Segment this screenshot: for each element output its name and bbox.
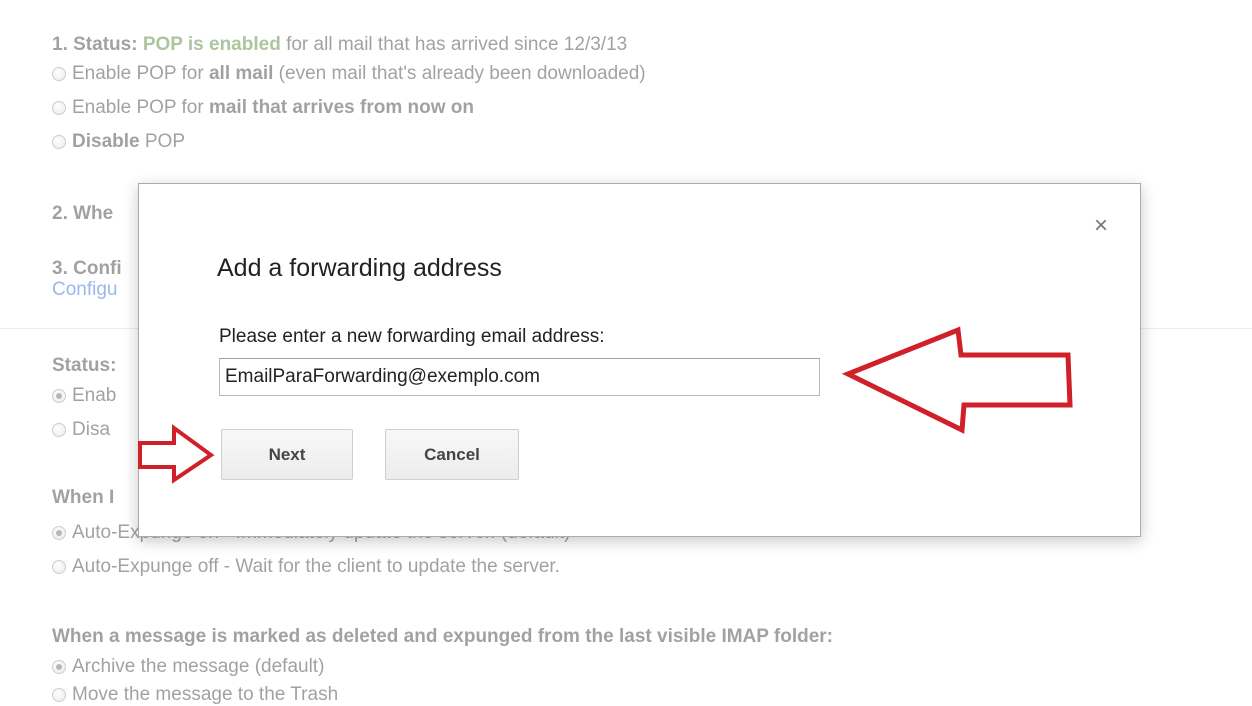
cancel-button[interactable]: Cancel xyxy=(385,429,519,480)
radio-icon[interactable] xyxy=(52,526,66,540)
radio-icon[interactable] xyxy=(52,423,66,437)
deleted-heading: When a message is marked as deleted and … xyxy=(52,626,833,647)
auto-expunge-off-option[interactable]: Auto-Expunge off - Wait for the client t… xyxy=(52,556,560,578)
radio-icon[interactable] xyxy=(52,660,66,674)
imap-status-line: Status: xyxy=(52,355,117,376)
radio-icon[interactable] xyxy=(52,389,66,403)
dialog-prompt: Please enter a new forwarding email addr… xyxy=(219,326,605,347)
trash-option[interactable]: Move the message to the Trash xyxy=(52,684,338,706)
radio-icon[interactable] xyxy=(52,101,66,115)
imap-option-disable[interactable]: Disa xyxy=(52,419,110,441)
dialog-title: Add a forwarding address xyxy=(217,254,502,282)
pop-status-value: POP is enabled xyxy=(142,34,281,55)
pop-option-all[interactable]: Enable POP for all mail (even mail that'… xyxy=(52,63,646,85)
imap-option-enable[interactable]: Enab xyxy=(52,385,116,407)
radio-icon[interactable] xyxy=(52,560,66,574)
pop-status-line: 1. Status: POP is enabled for all mail t… xyxy=(52,34,627,56)
configure-link[interactable]: Configu xyxy=(52,279,118,301)
radio-icon[interactable] xyxy=(52,67,66,81)
imap-when-heading: When I xyxy=(52,487,115,508)
radio-icon[interactable] xyxy=(52,135,66,149)
forwarding-dialog: × Add a forwarding address Please enter … xyxy=(138,183,1141,537)
pop-status-suffix: for all mail that has arrived since 12/3… xyxy=(286,34,628,55)
radio-icon[interactable] xyxy=(52,688,66,702)
archive-option[interactable]: Archive the message (default) xyxy=(52,656,324,678)
pop-option-new[interactable]: Enable POP for mail that arrives from no… xyxy=(52,97,474,119)
pop-status-label: 1. Status: xyxy=(52,34,138,55)
pop-step-2: 2. Whe xyxy=(52,203,114,224)
next-button[interactable]: Next xyxy=(221,429,353,480)
pop-step-3: 3. Confi xyxy=(52,258,122,279)
close-icon[interactable]: × xyxy=(1091,214,1111,238)
forwarding-email-field[interactable] xyxy=(219,358,820,396)
pop-option-disable[interactable]: Disable POP xyxy=(52,131,185,153)
